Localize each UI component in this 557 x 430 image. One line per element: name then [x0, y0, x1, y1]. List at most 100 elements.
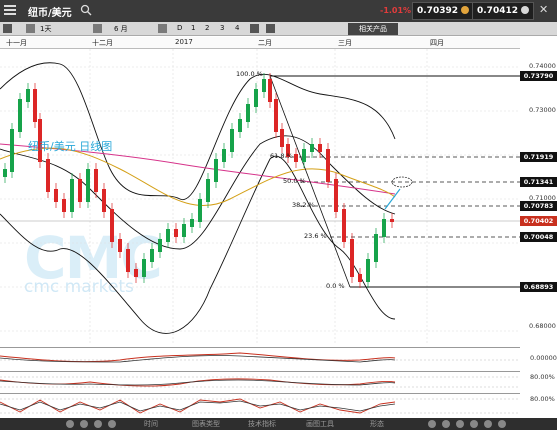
candle-body [350, 239, 354, 277]
macd-axis-label: 0.00000 [530, 354, 557, 362]
zoom-in-icon[interactable] [442, 420, 450, 428]
price-box-0: 0.68893 [520, 282, 557, 292]
search-icon[interactable] [66, 420, 74, 428]
price-chart[interactable]: CMC cmc markets 纽币/美元 日线图 100.0 % 61.8 %… [0, 49, 557, 345]
chart-type-1[interactable]: 1 [191, 24, 195, 32]
bottom-tab-indicators[interactable]: 技术指标 [248, 419, 276, 429]
macd-lines [0, 352, 520, 363]
candle-body [118, 239, 122, 252]
draw-icon[interactable] [250, 24, 259, 33]
menu-icon[interactable] [4, 5, 16, 17]
candle-body [126, 249, 130, 272]
time-label-dec: 十二月 [92, 39, 113, 47]
chart-toolbar: 1天 6 月 D 1 2 3 4 相关产品 [0, 22, 557, 36]
time-label-apr: 四月 [430, 39, 444, 47]
expand-icon[interactable] [470, 420, 478, 428]
bottom-tab-time[interactable]: 时间 [144, 419, 158, 429]
candle-body [26, 89, 30, 102]
candle-body [54, 189, 58, 202]
symbol-title[interactable]: 纽币/美元 [28, 4, 72, 19]
sell-price-button[interactable]: 0.70392 [412, 2, 474, 20]
stochastic-panel[interactable]: 80.00% [0, 393, 555, 417]
rsi-panel[interactable]: 80.00% [0, 371, 555, 391]
pencil-icon[interactable] [94, 420, 102, 428]
current-price-box: 0.70402 [520, 216, 557, 226]
chart-type-d[interactable]: D [177, 24, 182, 32]
candle-body [46, 159, 50, 192]
candle-body [274, 99, 278, 132]
buy-price-button[interactable]: 0.70412 [472, 2, 534, 20]
candle-body [230, 129, 234, 152]
timeframe-icon[interactable] [26, 24, 35, 33]
candle-body [254, 89, 258, 107]
candle-body [33, 89, 37, 122]
candle-body [198, 199, 202, 222]
price-box-618: 0.71919 [520, 152, 557, 162]
candle-body [190, 219, 194, 227]
fib-label-0: 0.0 % [326, 282, 345, 290]
rsi-axis-label: 80.00% [530, 373, 555, 381]
timeframe-select[interactable]: 1天 [40, 24, 51, 34]
chart-type-3[interactable]: 3 [220, 24, 224, 32]
fib-label-382: 38.2 % [292, 201, 315, 209]
clock-icon[interactable] [108, 420, 116, 428]
period-select[interactable]: 6 月 [114, 24, 128, 34]
candle-body [280, 129, 284, 147]
change-percent: -1.01% [380, 6, 412, 15]
candle-body [70, 179, 74, 212]
candle-body [326, 149, 330, 182]
candle-body [358, 274, 362, 282]
bottom-tab-chart-type[interactable]: 图表类型 [192, 419, 220, 429]
candle-body [174, 229, 178, 237]
buy-price: 0.70412 [477, 6, 518, 16]
macd-panel[interactable]: 0.00000 [0, 347, 557, 369]
price-box-236: 0.70048 [520, 232, 557, 242]
bottom-toolbar: 时间 图表类型 技术指标 画图工具 形态 [0, 418, 557, 430]
candle-body [86, 169, 90, 202]
candle-body [62, 199, 66, 212]
candle-body [302, 149, 306, 162]
fib-label-618: 61.8 % [270, 152, 293, 160]
period-icon[interactable] [93, 24, 102, 33]
plus-icon[interactable] [456, 420, 464, 428]
candle-body [94, 169, 98, 192]
candle-body [310, 144, 314, 152]
fib-label-100: 100.0 % [236, 70, 263, 78]
candle-body [382, 219, 386, 237]
candle-body [206, 179, 210, 202]
calendar-icon[interactable] [158, 24, 167, 33]
stochastic-axis-label: 80.00% [530, 395, 555, 403]
candle-body [334, 179, 338, 212]
chart-canvas [0, 49, 520, 345]
price-box-382: 0.70783 [520, 201, 557, 211]
zoom-out-icon[interactable] [428, 420, 436, 428]
candle-body [262, 79, 266, 92]
candle-body [182, 224, 186, 237]
time-label-feb: 二月 [258, 39, 272, 47]
title-bar: 纽币/美元 -1.01% 0.70392 0.70412 ✕ [0, 0, 557, 22]
search-icon[interactable] [80, 4, 92, 16]
candle-body [18, 99, 22, 132]
candle-body [390, 219, 394, 222]
candle-body [318, 144, 322, 152]
sell-price: 0.70392 [417, 6, 458, 16]
fib-label-50: 50.0 % [283, 177, 306, 185]
layout-icon[interactable] [3, 24, 12, 33]
candle-body [166, 229, 170, 242]
bottom-tab-patterns[interactable]: 形态 [370, 419, 384, 429]
close-icon[interactable]: ✕ [539, 3, 548, 16]
rsi-lines [0, 376, 520, 388]
settings-icon[interactable] [266, 24, 275, 33]
chart-type-4[interactable]: 4 [235, 24, 239, 32]
bottom-tab-drawing[interactable]: 画图工具 [306, 419, 334, 429]
candle-body [342, 209, 346, 242]
stochastic-lines [0, 398, 520, 414]
candle-body [102, 189, 106, 212]
candle-body [374, 234, 378, 262]
chart-type-2[interactable]: 2 [205, 24, 209, 32]
scroll-right-icon[interactable] [498, 420, 506, 428]
time-label-nov: 十一月 [6, 39, 27, 47]
cursor-icon[interactable] [80, 420, 88, 428]
related-products-button[interactable]: 相关产品 [348, 23, 398, 35]
scroll-left-icon[interactable] [484, 420, 492, 428]
